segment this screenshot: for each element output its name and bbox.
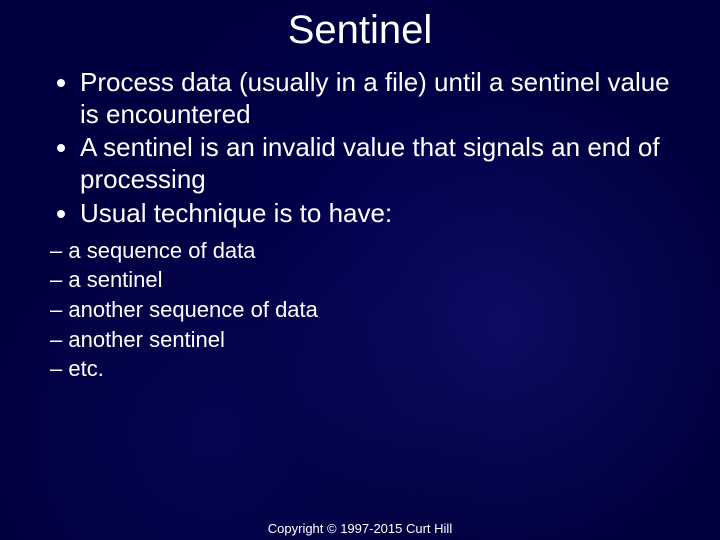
bullet-item: Process data (usually in a file) until a… (80, 67, 680, 130)
copyright-footer: Copyright © 1997-2015 Curt Hill (0, 521, 720, 536)
sub-item: a sentinel (50, 265, 720, 295)
sub-item: another sequence of data (50, 295, 720, 325)
bullet-item: Usual technique is to have: (80, 198, 680, 230)
sub-item: a sequence of data (50, 236, 720, 266)
sub-item: etc. (50, 354, 720, 384)
slide-title: Sentinel (0, 8, 720, 53)
sub-item: another sentinel (50, 325, 720, 355)
sub-list: a sequence of data a sentinel another se… (0, 236, 720, 384)
bullet-item: A sentinel is an invalid value that sign… (80, 132, 680, 195)
bullet-list: Process data (usually in a file) until a… (50, 67, 680, 230)
